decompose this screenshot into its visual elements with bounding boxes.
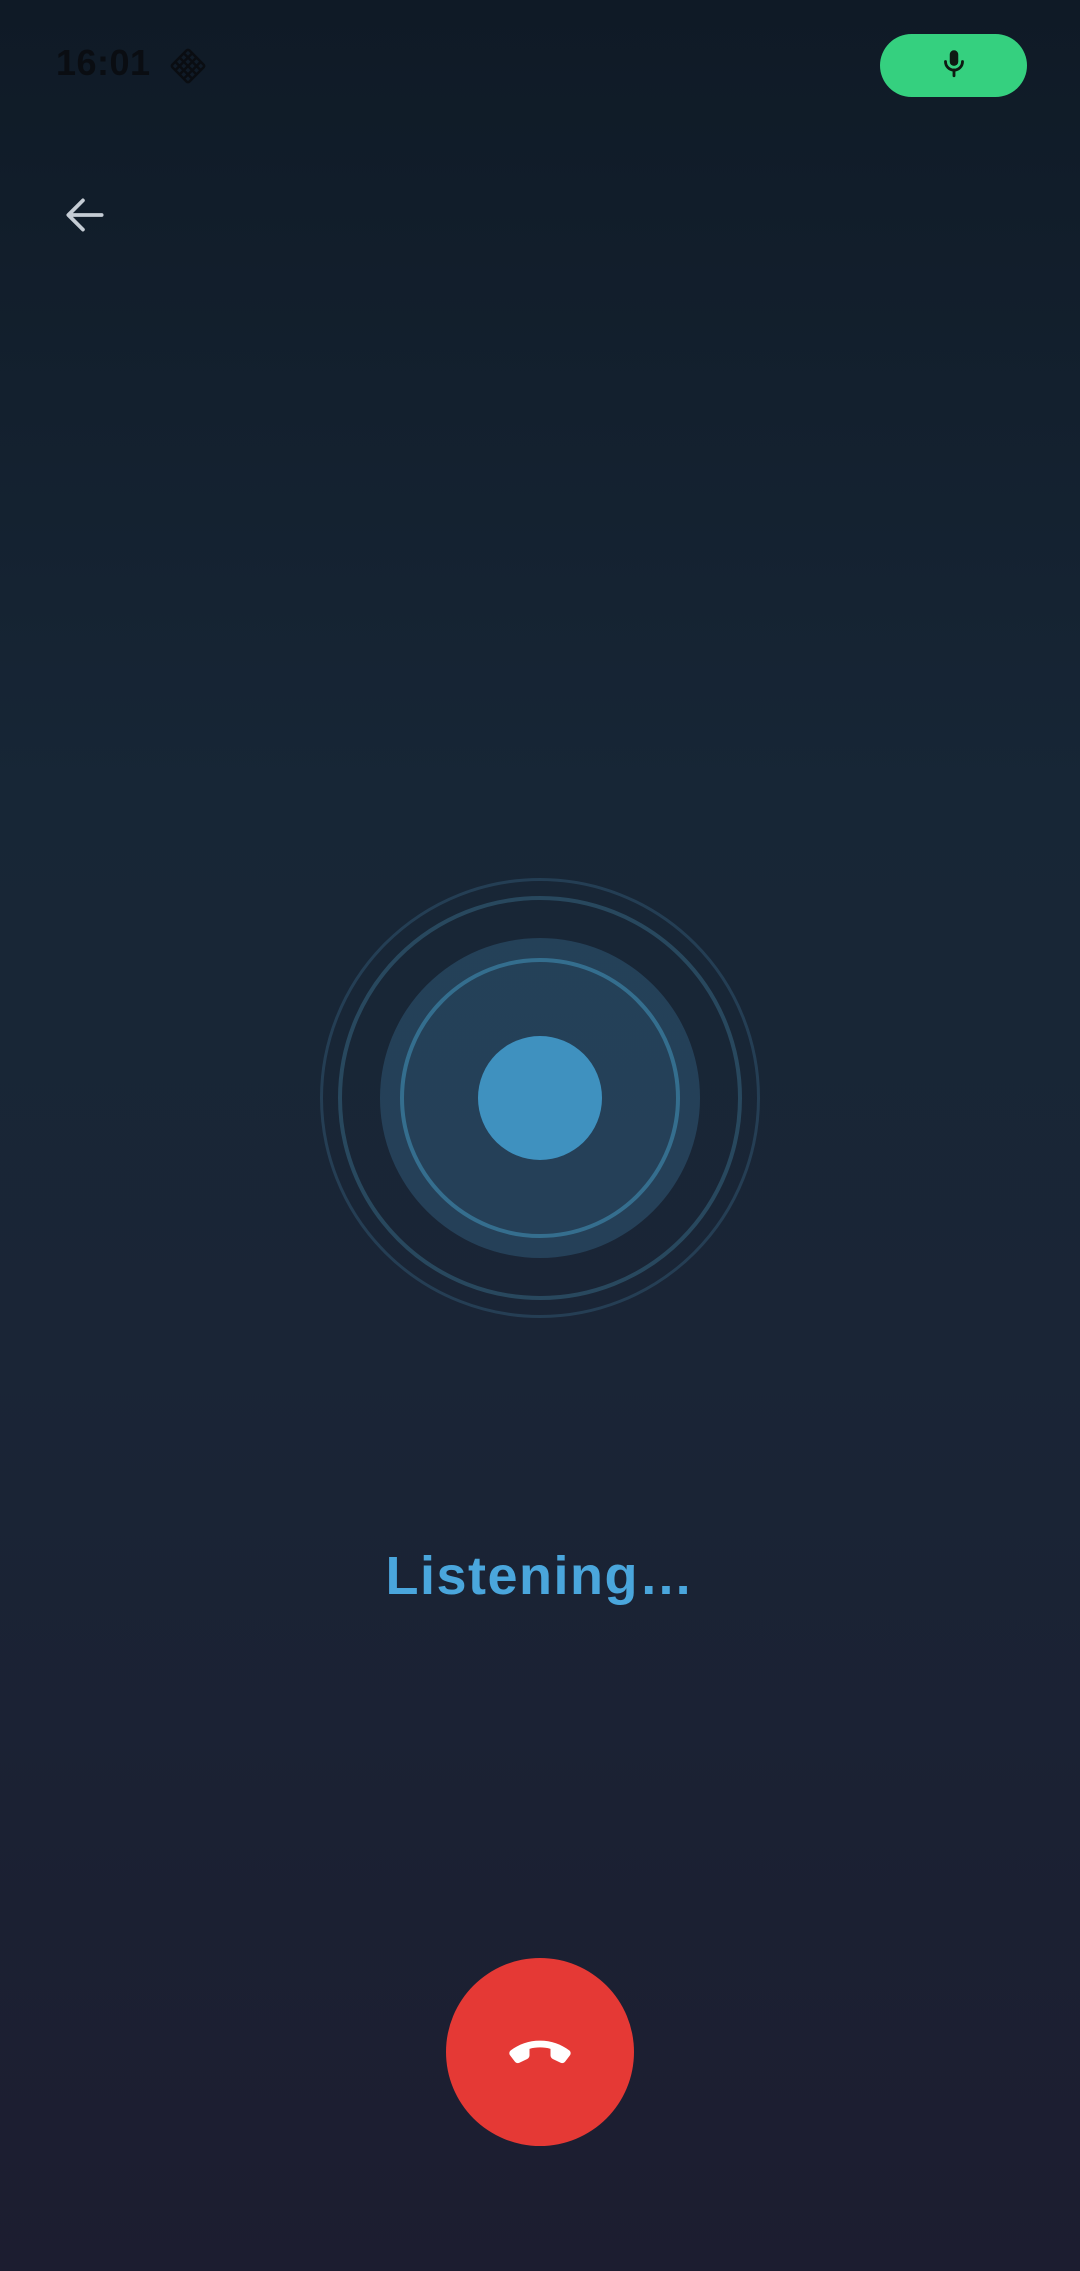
- visualizer-core: [478, 1036, 602, 1160]
- end-call-button[interactable]: [446, 1958, 634, 2146]
- listening-status-text: Listening…: [385, 1546, 695, 1606]
- phone-hangup-icon: [495, 2005, 585, 2100]
- status-time: 16:01: [56, 42, 151, 83]
- listening-visualizer: [310, 868, 770, 1328]
- back-button[interactable]: [50, 182, 120, 252]
- status-bar: 16:01: [0, 0, 1080, 130]
- diamond-grid-icon: [168, 46, 208, 86]
- microphone-icon: [937, 46, 971, 85]
- microphone-active-indicator[interactable]: [880, 34, 1027, 97]
- arrow-left-icon: [60, 190, 110, 245]
